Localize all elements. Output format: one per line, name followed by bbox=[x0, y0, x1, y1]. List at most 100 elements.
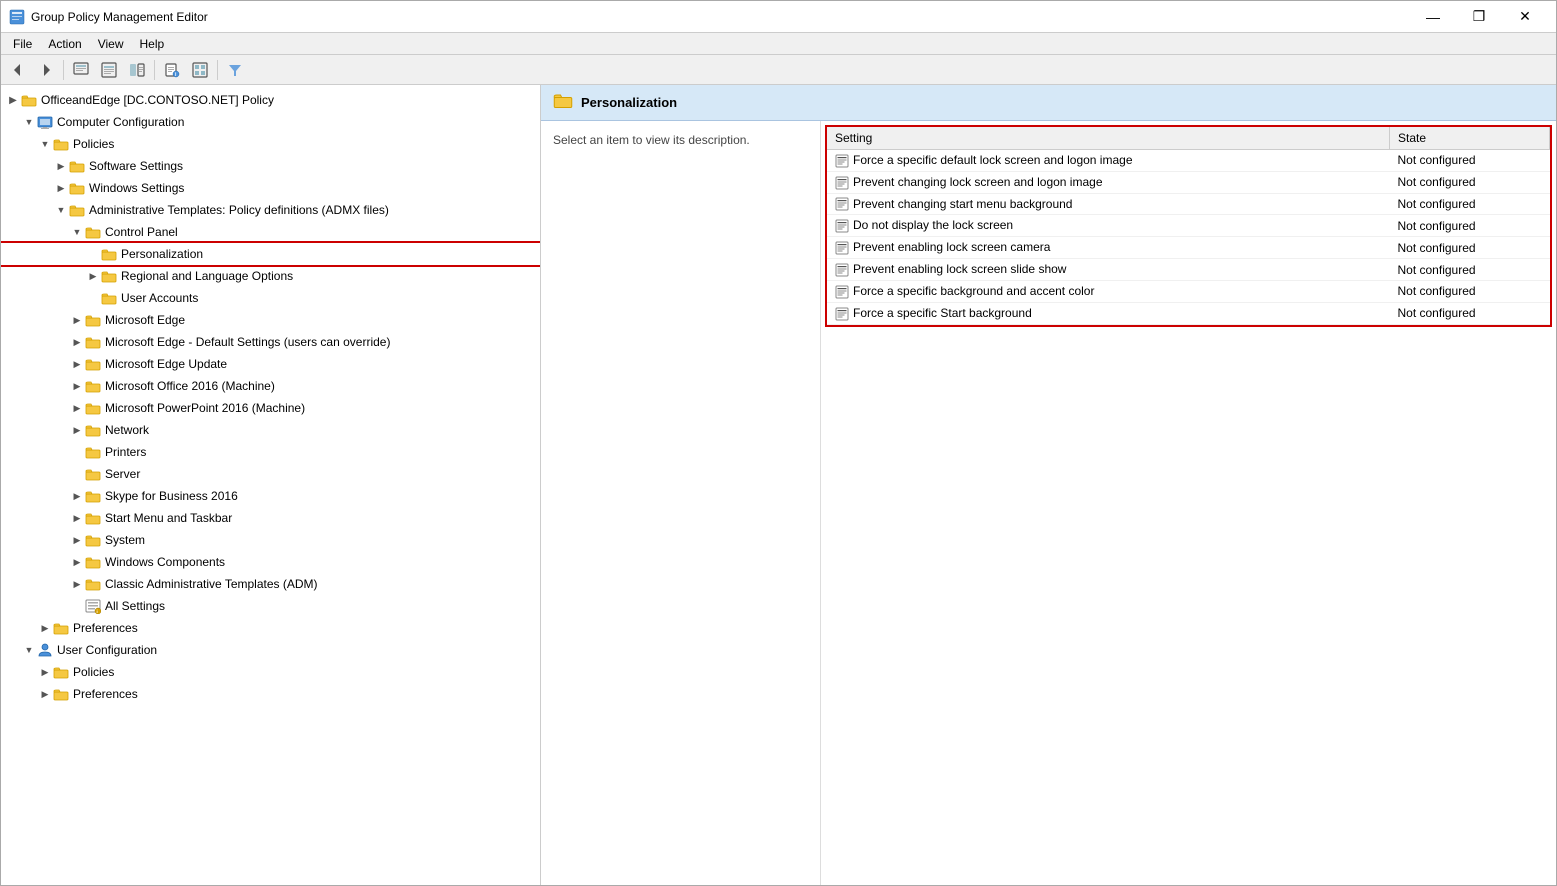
panel-header: Personalization bbox=[541, 85, 1556, 121]
tree-classic-admin[interactable]: ▶ Classic Administrative Templates (ADM) bbox=[1, 573, 540, 595]
table-row[interactable]: Force a specific Start backgroundNot con… bbox=[827, 302, 1550, 324]
tree-root[interactable]: ▶ OfficeandEdge [DC.CONTOSO.NET] Policy bbox=[1, 89, 540, 111]
tree-user-configuration[interactable]: ▼ User Configuration bbox=[1, 639, 540, 661]
tree-all-settings[interactable]: ▶ i All Settings bbox=[1, 595, 540, 617]
menu-action[interactable]: Action bbox=[40, 35, 89, 53]
setting-name: Force a specific Start background bbox=[827, 302, 1390, 324]
minimize-button[interactable]: — bbox=[1410, 1, 1456, 33]
tree-windows-settings[interactable]: ▶ Windows Settings bbox=[1, 177, 540, 199]
control-panel-expander[interactable]: ▼ bbox=[69, 224, 85, 240]
tree-ms-edge-update[interactable]: ▶ Microsoft Edge Update bbox=[1, 353, 540, 375]
cc-preferences-expander[interactable]: ▶ bbox=[37, 620, 53, 636]
setting-label: Force a specific default lock screen and… bbox=[853, 153, 1133, 167]
filter-button[interactable] bbox=[222, 58, 248, 82]
root-expander[interactable]: ▶ bbox=[5, 92, 21, 108]
tree-start-menu[interactable]: ▶ Start Menu and Taskbar bbox=[1, 507, 540, 529]
ms-edge-update-expander[interactable]: ▶ bbox=[69, 356, 85, 372]
software-settings-expander[interactable]: ▶ bbox=[53, 158, 69, 174]
policy-icon bbox=[835, 241, 849, 255]
user-policies-label: Policies bbox=[73, 665, 114, 679]
panel-header-icon bbox=[553, 91, 573, 114]
skype-expander[interactable]: ▶ bbox=[69, 488, 85, 504]
show-list-button[interactable] bbox=[96, 58, 122, 82]
maximize-button[interactable]: ❐ bbox=[1456, 1, 1502, 33]
toolbar-separator-3 bbox=[217, 60, 218, 80]
tree-ms-office-2016[interactable]: ▶ Microsoft Office 2016 (Machine) bbox=[1, 375, 540, 397]
menu-file[interactable]: File bbox=[5, 35, 40, 53]
windows-settings-icon bbox=[69, 180, 85, 196]
tree-windows-components[interactable]: ▶ Windows Components bbox=[1, 551, 540, 573]
system-expander[interactable]: ▶ bbox=[69, 532, 85, 548]
regional-expander[interactable]: ▶ bbox=[85, 268, 101, 284]
table-row[interactable]: Do not display the lock screen Not config… bbox=[827, 215, 1550, 237]
classic-admin-expander[interactable]: ▶ bbox=[69, 576, 85, 592]
table-row[interactable]: Prevent enabling lock screen slide showN… bbox=[827, 259, 1550, 281]
cc-preferences-label: Preferences bbox=[73, 621, 138, 635]
classic-admin-icon bbox=[85, 576, 101, 592]
ms-edge-default-expander[interactable]: ▶ bbox=[69, 334, 85, 350]
menu-view[interactable]: View bbox=[90, 35, 132, 53]
policy-icon bbox=[835, 307, 849, 321]
tree-microsoft-edge-default[interactable]: ▶ Microsoft Edge - Default Settings (use… bbox=[1, 331, 540, 353]
column-setting[interactable]: Setting bbox=[827, 127, 1390, 150]
setting-state: Not configured bbox=[1390, 171, 1550, 193]
back-button[interactable] bbox=[5, 58, 31, 82]
tree-network[interactable]: ▶ Network bbox=[1, 419, 540, 441]
admin-templates-icon bbox=[69, 202, 85, 218]
computer-config-expander[interactable]: ▼ bbox=[21, 114, 37, 130]
user-policies-expander[interactable]: ▶ bbox=[37, 664, 53, 680]
windows-components-expander[interactable]: ▶ bbox=[69, 554, 85, 570]
table-row[interactable]: Force a specific background and accent c… bbox=[827, 280, 1550, 302]
tree-user-preferences[interactable]: ▶ Preferences bbox=[1, 683, 540, 705]
tree-printers[interactable]: ▶ Printers bbox=[1, 441, 540, 463]
forward-button[interactable] bbox=[33, 58, 59, 82]
tree-panel: ▶ OfficeandEdge [DC.CONTOSO.NET] Policy … bbox=[1, 85, 541, 885]
tree-personalization[interactable]: ▶ Personalization bbox=[1, 243, 540, 265]
main-window: Group Policy Management Editor — ❐ ✕ Fil… bbox=[0, 0, 1557, 886]
table-row[interactable]: Prevent changing lock screen and logon i… bbox=[827, 171, 1550, 193]
windows-settings-expander[interactable]: ▶ bbox=[53, 180, 69, 196]
menu-help[interactable]: Help bbox=[132, 35, 173, 53]
column-state[interactable]: State bbox=[1390, 127, 1550, 150]
policy-icon bbox=[835, 154, 849, 168]
tree-user-accounts[interactable]: ▶ User Accounts bbox=[1, 287, 540, 309]
tree-ms-powerpoint-2016[interactable]: ▶ Microsoft PowerPoint 2016 (Machine) bbox=[1, 397, 540, 419]
network-expander[interactable]: ▶ bbox=[69, 422, 85, 438]
user-config-expander[interactable]: ▼ bbox=[21, 642, 37, 658]
setting-state: Not configured bbox=[1390, 215, 1550, 237]
table-row[interactable]: Prevent enabling lock screen cameraNot c… bbox=[827, 237, 1550, 259]
tree-skype[interactable]: ▶ Skype for Business 2016 bbox=[1, 485, 540, 507]
tree-regional[interactable]: ▶ Regional and Language Options bbox=[1, 265, 540, 287]
all-settings-icon: i bbox=[85, 598, 101, 614]
admin-templates-expander[interactable]: ▼ bbox=[53, 202, 69, 218]
policy-icon bbox=[835, 219, 849, 233]
detail-view-button[interactable] bbox=[124, 58, 150, 82]
tree-admin-templates[interactable]: ▼ Administrative Templates: Policy defin… bbox=[1, 199, 540, 221]
tree-server[interactable]: ▶ Server bbox=[1, 463, 540, 485]
tree-user-policies[interactable]: ▶ Policies bbox=[1, 661, 540, 683]
properties-button[interactable]: i bbox=[159, 58, 185, 82]
tree-computer-configuration[interactable]: ▼ Computer Configuration bbox=[1, 111, 540, 133]
tree-microsoft-edge[interactable]: ▶ Microsoft Edge bbox=[1, 309, 540, 331]
description-text: Select an item to view its description. bbox=[553, 133, 750, 147]
settings-table: Setting State Force a specific default l… bbox=[827, 127, 1550, 325]
tree-software-settings[interactable]: ▶ Software Settings bbox=[1, 155, 540, 177]
software-settings-label: Software Settings bbox=[89, 159, 183, 173]
ms-edge-expander[interactable]: ▶ bbox=[69, 312, 85, 328]
tree-system[interactable]: ▶ System bbox=[1, 529, 540, 551]
close-button[interactable]: ✕ bbox=[1502, 1, 1548, 33]
tree-control-panel[interactable]: ▼ Control Panel bbox=[1, 221, 540, 243]
refresh-button[interactable] bbox=[68, 58, 94, 82]
table-row[interactable]: Prevent changing start menu backgroundNo… bbox=[827, 193, 1550, 215]
policies-expander[interactable]: ▼ bbox=[37, 136, 53, 152]
setting-label: Do not display the lock screen bbox=[853, 218, 1013, 232]
ms-office-expander[interactable]: ▶ bbox=[69, 378, 85, 394]
user-preferences-expander[interactable]: ▶ bbox=[37, 686, 53, 702]
tree-cc-preferences[interactable]: ▶ Preferences bbox=[1, 617, 540, 639]
view-button[interactable] bbox=[187, 58, 213, 82]
tree-policies[interactable]: ▼ Policies bbox=[1, 133, 540, 155]
table-row[interactable]: Force a specific default lock screen and… bbox=[827, 150, 1550, 172]
start-menu-expander[interactable]: ▶ bbox=[69, 510, 85, 526]
toolbar-separator-1 bbox=[63, 60, 64, 80]
ms-ppt-expander[interactable]: ▶ bbox=[69, 400, 85, 416]
